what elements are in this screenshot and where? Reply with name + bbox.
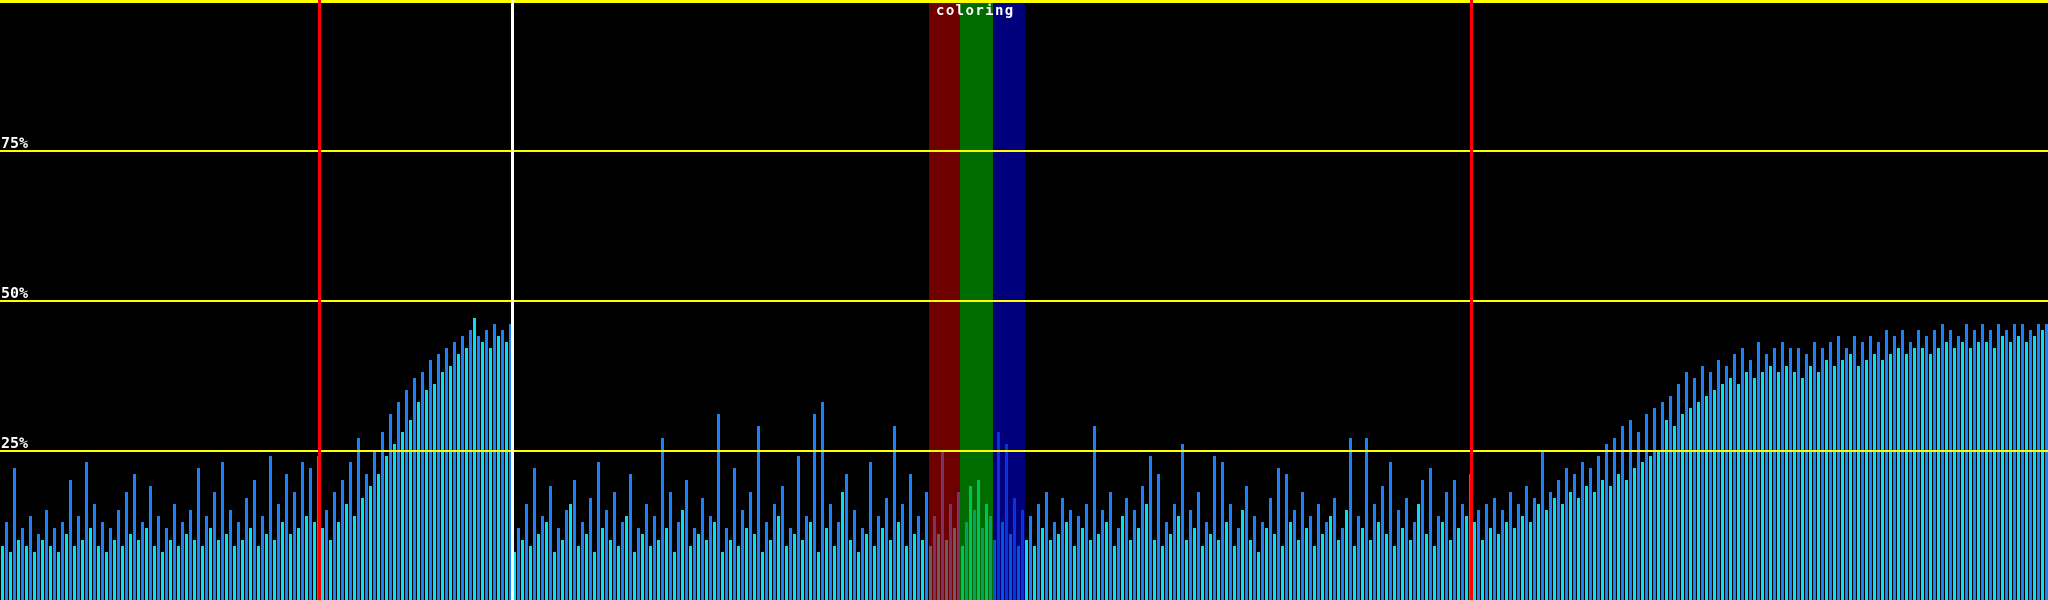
coloring-label: coloring: [936, 4, 1015, 19]
y-axis-label-50: 50%: [1, 286, 28, 300]
text-layer: coloring 75% 50% 25%: [0, 0, 2048, 600]
usage-histogram-chart: coloring 75% 50% 25%: [0, 0, 2048, 600]
y-axis-label-75: 75%: [1, 136, 28, 150]
y-axis-label-25: 25%: [1, 436, 28, 450]
